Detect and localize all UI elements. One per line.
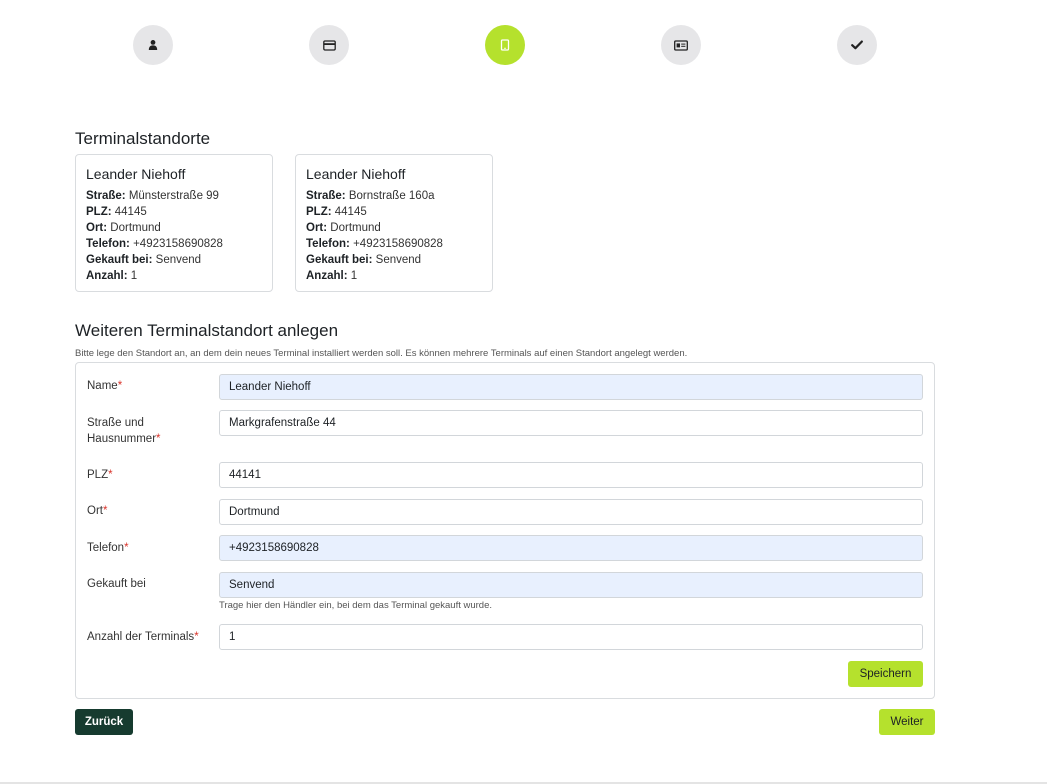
- city-label: Ort*: [87, 505, 108, 517]
- credit-card-icon: [322, 39, 336, 51]
- check-icon: [851, 40, 863, 50]
- location-street: Straße: Bornstraße 160a: [306, 190, 435, 202]
- new-location-title: Weiteren Terminalstandort anlegen: [75, 321, 339, 340]
- phone-label: Telefon*: [87, 542, 129, 554]
- new-location-form: Name* Straße undHausnummer* PLZ* Ort* Te…: [75, 362, 935, 699]
- location-city: Ort: Dortmund: [86, 222, 161, 234]
- name-label: Name*: [87, 380, 123, 392]
- back-button[interactable]: Zurück: [75, 709, 133, 735]
- location-card: Leander Niehoff Straße: Münsterstraße 99…: [75, 154, 273, 292]
- location-name: Leander Niehoff: [86, 166, 186, 182]
- step-payment[interactable]: [309, 25, 349, 65]
- location-count: Anzahl: 1: [306, 270, 358, 282]
- location-phone: Telefon: +4923158690828: [306, 238, 443, 250]
- zip-input[interactable]: [219, 462, 923, 488]
- location-name: Leander Niehoff: [306, 166, 406, 182]
- location-phone: Telefon: +4923158690828: [86, 238, 223, 250]
- bought-input[interactable]: [219, 572, 923, 598]
- user-icon: [148, 40, 158, 50]
- phone-input[interactable]: [219, 535, 923, 561]
- street-input[interactable]: [219, 410, 923, 436]
- location-bought: Gekauft bei: Senvend: [86, 254, 202, 266]
- location-count: Anzahl: 1: [86, 270, 138, 282]
- locations-title: Terminalstandorte: [75, 129, 211, 148]
- count-input[interactable]: [219, 624, 923, 650]
- bought-help-text: Trage hier den Händler ein, bei dem das …: [219, 600, 493, 611]
- id-card-icon: [674, 39, 688, 51]
- location-zip: PLZ: 44145: [86, 206, 147, 218]
- street-label: Straße und Hausnummer*: [87, 417, 161, 445]
- step-personal[interactable]: [133, 25, 173, 65]
- city-input[interactable]: [219, 499, 923, 525]
- location-street: Straße: Münsterstraße 99: [86, 190, 219, 202]
- new-location-hint: Bitte lege den Standort an, an dem dein …: [75, 348, 688, 359]
- step-confirm[interactable]: [837, 25, 877, 65]
- step-terminal[interactable]: [485, 25, 525, 65]
- tablet-icon: [500, 39, 510, 51]
- location-zip: PLZ: 44145: [306, 206, 367, 218]
- name-input[interactable]: [219, 374, 923, 400]
- next-button[interactable]: Weiter: [879, 709, 935, 735]
- location-city: Ort: Dortmund: [306, 222, 381, 234]
- bought-label: Gekauft bei: [87, 578, 146, 590]
- location-card: Leander Niehoff Straße: Bornstraße 160a …: [295, 154, 493, 292]
- count-label: Anzahl der Terminals*: [87, 631, 199, 643]
- step-identity[interactable]: [661, 25, 701, 65]
- save-button[interactable]: Speichern: [848, 661, 923, 687]
- location-bought: Gekauft bei: Senvend: [306, 254, 422, 266]
- zip-label: PLZ*: [87, 469, 113, 481]
- progress-stepper: [0, 0, 1047, 90]
